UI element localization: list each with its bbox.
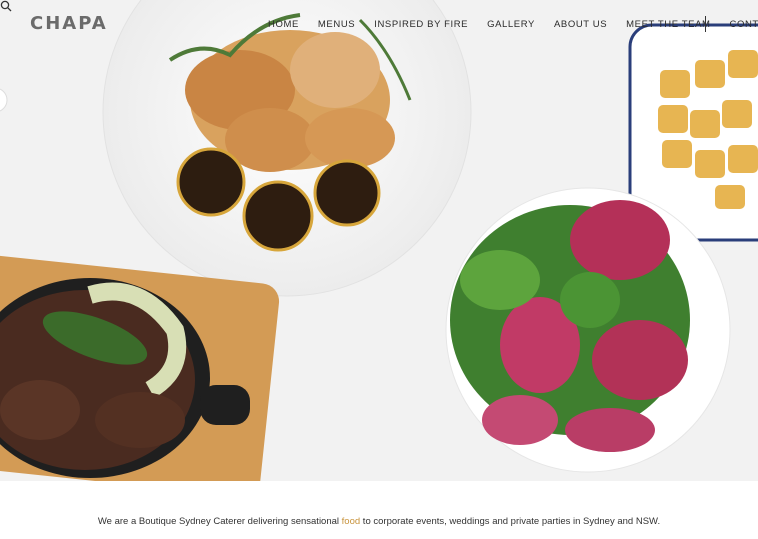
top-navigation: CHAPA HOME MENUS INSPIRED BY FIRE GALLER… — [0, 0, 758, 50]
nav-about-us[interactable]: ABOUT US — [554, 19, 607, 30]
main-menu: HOME MENUS INSPIRED BY FIRE GALLERY ABOU… — [268, 19, 758, 30]
search-icon[interactable] — [0, 0, 12, 12]
nav-meet-the-team[interactable]: MEET THE TEAM — [626, 19, 710, 30]
nav-menus[interactable]: MENUS — [318, 19, 355, 30]
intro-food-link[interactable]: food — [342, 516, 361, 527]
nav-contact[interactable]: CONTACT — [730, 19, 758, 30]
nav-divider — [705, 16, 706, 32]
intro-after: to corporate events, weddings and privat… — [360, 516, 661, 527]
nav-gallery[interactable]: GALLERY — [487, 19, 535, 30]
nav-inspired-by-fire[interactable]: INSPIRED BY FIRE — [374, 19, 468, 30]
nav-home[interactable]: HOME — [268, 19, 299, 30]
food-photo — [0, 0, 758, 481]
logo[interactable]: CHAPA — [30, 13, 108, 34]
intro-text: We are a Boutique Sydney Caterer deliver… — [0, 516, 758, 527]
intro-before: We are a Boutique Sydney Caterer deliver… — [97, 516, 342, 527]
hero-image: CHAPA HOME MENUS INSPIRED BY FIRE GALLER… — [0, 0, 758, 481]
